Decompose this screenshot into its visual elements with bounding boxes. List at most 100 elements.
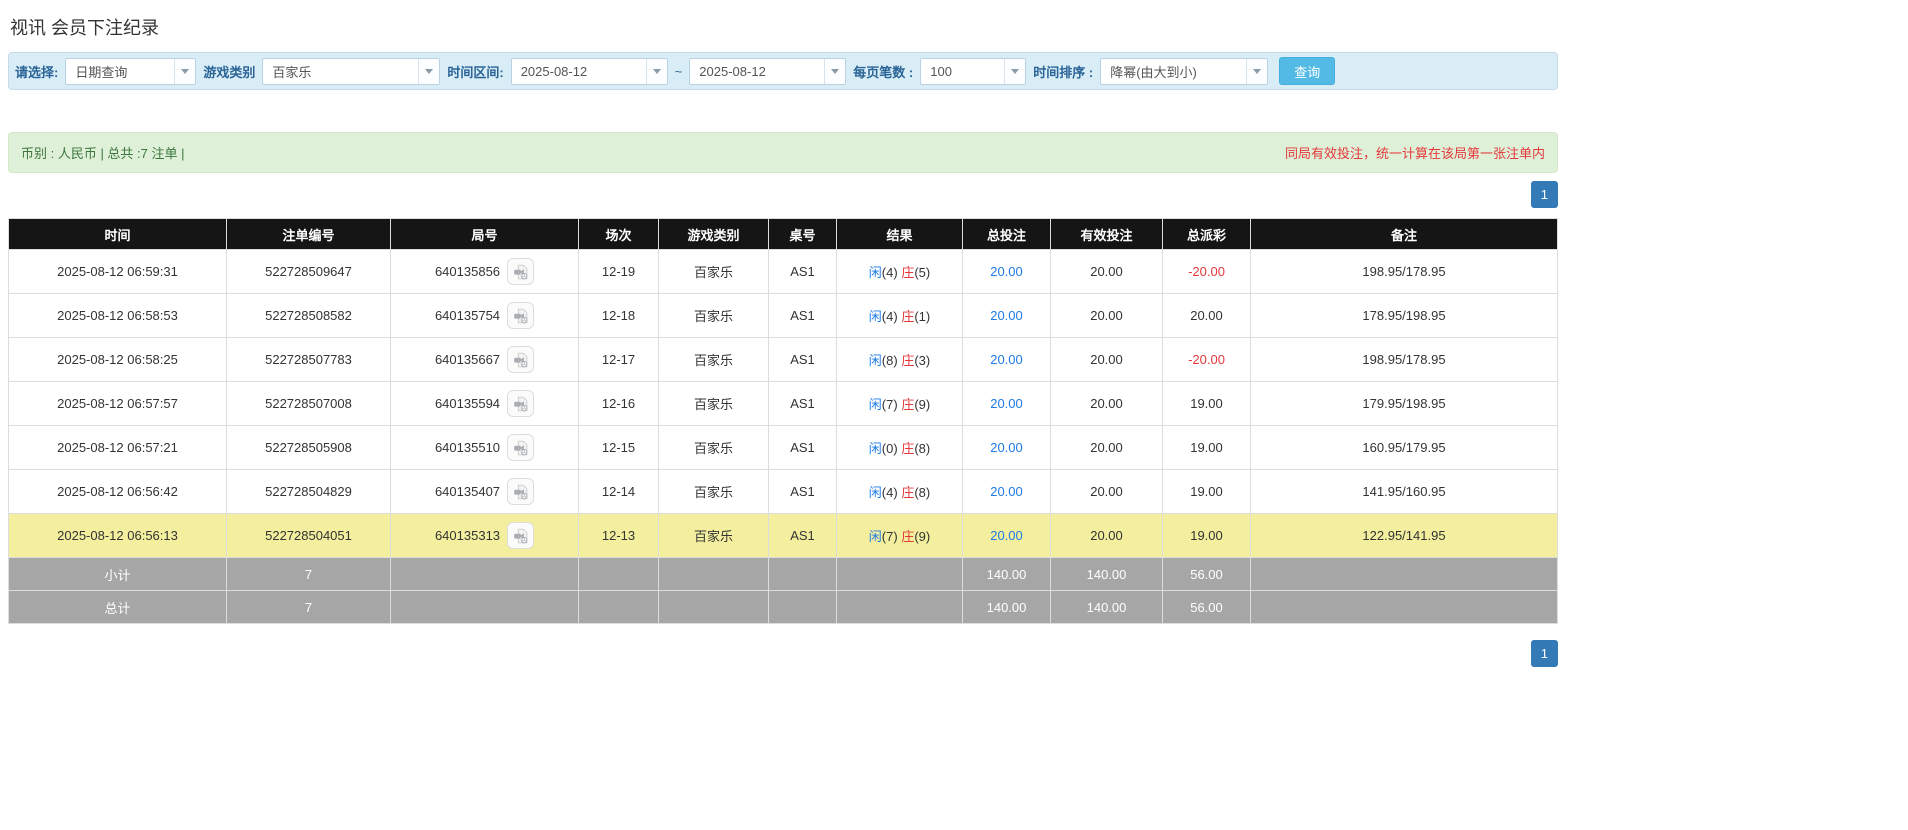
total-count: 7 (227, 558, 391, 591)
query-type-select[interactable]: 日期查询 (65, 58, 196, 85)
game-category-select[interactable]: 百家乐 (262, 58, 440, 85)
empty-cell (769, 558, 837, 591)
player-result-label: 闲 (869, 265, 882, 280)
video-replay-icon[interactable] (507, 522, 534, 549)
cell-remark: 122.95/141.95 (1251, 514, 1558, 558)
cell-table-number: AS1 (769, 514, 837, 558)
cell-time: 2025-08-12 06:59:31 (9, 250, 227, 294)
cell-payout: 19.00 (1163, 426, 1251, 470)
cell-result: 闲(7) 庄(9) (837, 382, 963, 426)
chevron-down-icon[interactable] (1004, 59, 1025, 84)
cell-total-bet: 20.00 (963, 514, 1051, 558)
empty-cell (1251, 591, 1558, 624)
video-replay-icon[interactable] (507, 478, 534, 505)
cell-bet-number: 522728505908 (227, 426, 391, 470)
column-header: 游戏类别 (659, 219, 769, 250)
cell-session: 12-17 (579, 338, 659, 382)
cell-table-number: AS1 (769, 294, 837, 338)
cell-total-bet: 20.00 (963, 382, 1051, 426)
column-header: 注单编号 (227, 219, 391, 250)
video-replay-icon[interactable] (507, 258, 534, 285)
cell-remark: 198.95/178.95 (1251, 250, 1558, 294)
column-header: 结果 (837, 219, 963, 250)
query-type-value: 日期查询 (66, 59, 174, 84)
cell-total-bet: 20.00 (963, 294, 1051, 338)
cell-remark: 178.95/198.95 (1251, 294, 1558, 338)
total-bet-link[interactable]: 20.00 (990, 440, 1023, 455)
date-to-value: 2025-08-12 (690, 59, 824, 84)
chevron-down-icon[interactable] (824, 59, 845, 84)
search-button[interactable]: 查询 (1279, 57, 1335, 85)
cell-bet-number: 522728507783 (227, 338, 391, 382)
bet-records-table: 时间注单编号局号场次游戏类别桌号结果总投注有效投注总派彩备注 2025-08-1… (8, 218, 1558, 624)
cell-bet-number: 522728509647 (227, 250, 391, 294)
cell-game-category: 百家乐 (659, 250, 769, 294)
cell-result: 闲(7) 庄(9) (837, 514, 963, 558)
total-label: 小计 (9, 558, 227, 591)
player-result-score: (4) (882, 485, 898, 500)
column-header: 局号 (391, 219, 579, 250)
column-header: 总投注 (963, 219, 1051, 250)
pagination-bottom: 1 (8, 640, 1558, 667)
page-1-button[interactable]: 1 (1531, 181, 1558, 208)
grandtotal-row: 总计7140.00140.0056.00 (9, 591, 1558, 624)
cell-round-number: 640135667 (391, 338, 579, 382)
cell-game-category: 百家乐 (659, 426, 769, 470)
video-replay-icon[interactable] (507, 346, 534, 373)
empty-cell (837, 558, 963, 591)
round-number: 640135407 (435, 484, 500, 499)
cell-session: 12-15 (579, 426, 659, 470)
chevron-down-icon[interactable] (1246, 59, 1267, 84)
empty-cell (659, 558, 769, 591)
video-replay-icon[interactable] (507, 390, 534, 417)
main-container: 视讯 会员下注纪录 请选择: 日期查询 游戏类别 百家乐 时间区间: 2025-… (8, 0, 1558, 667)
cell-round-number: 640135754 (391, 294, 579, 338)
total-bet-link[interactable]: 20.00 (990, 352, 1023, 367)
total-bet-link[interactable]: 20.00 (990, 396, 1023, 411)
cell-payout: 19.00 (1163, 514, 1251, 558)
table-row: 2025-08-12 06:59:31522728509647640135856… (9, 250, 1558, 294)
cell-result: 闲(4) 庄(8) (837, 470, 963, 514)
chevron-down-icon[interactable] (418, 59, 439, 84)
cell-result: 闲(8) 庄(3) (837, 338, 963, 382)
date-from-select[interactable]: 2025-08-12 (511, 58, 668, 85)
empty-cell (769, 591, 837, 624)
cell-bet-number: 522728504051 (227, 514, 391, 558)
cell-game-category: 百家乐 (659, 294, 769, 338)
page-size-select[interactable]: 100 (920, 58, 1026, 85)
time-sort-select[interactable]: 降幂(由大到小) (1100, 58, 1268, 85)
cell-remark: 198.95/178.95 (1251, 338, 1558, 382)
cell-bet-number: 522728507008 (227, 382, 391, 426)
round-number: 640135667 (435, 352, 500, 367)
cell-result: 闲(4) 庄(5) (837, 250, 963, 294)
banker-result-label: 庄 (901, 485, 914, 500)
page-1-button[interactable]: 1 (1531, 640, 1558, 667)
player-result-score: (7) (882, 397, 898, 412)
cell-remark: 160.95/179.95 (1251, 426, 1558, 470)
banker-result-label: 庄 (901, 353, 914, 368)
chevron-down-icon[interactable] (174, 59, 195, 84)
cell-session: 12-16 (579, 382, 659, 426)
total-bet-link[interactable]: 20.00 (990, 264, 1023, 279)
cell-round-number: 640135594 (391, 382, 579, 426)
total-bet-link[interactable]: 20.00 (990, 528, 1023, 543)
total-bet-link[interactable]: 20.00 (990, 308, 1023, 323)
banker-result-score: (5) (914, 265, 930, 280)
cell-payout: -20.00 (1163, 250, 1251, 294)
summary-note: 同局有效投注，统一计算在该局第一张注单内 (1285, 143, 1545, 162)
query-type-label: 请选择: (15, 62, 58, 81)
video-replay-icon[interactable] (507, 434, 534, 461)
column-header: 备注 (1251, 219, 1558, 250)
cell-game-category: 百家乐 (659, 514, 769, 558)
column-header: 有效投注 (1051, 219, 1163, 250)
currency-summary: 币别 : 人民币 | 总共 :7 注单 | (21, 143, 185, 162)
cell-valid-bet: 20.00 (1051, 382, 1163, 426)
cell-table-number: AS1 (769, 382, 837, 426)
date-to-select[interactable]: 2025-08-12 (689, 58, 846, 85)
time-range-label: 时间区间: (447, 62, 503, 81)
chevron-down-icon[interactable] (646, 59, 667, 84)
total-bet-link[interactable]: 20.00 (990, 484, 1023, 499)
video-replay-icon[interactable] (507, 302, 534, 329)
cell-valid-bet: 20.00 (1051, 250, 1163, 294)
cell-game-category: 百家乐 (659, 470, 769, 514)
